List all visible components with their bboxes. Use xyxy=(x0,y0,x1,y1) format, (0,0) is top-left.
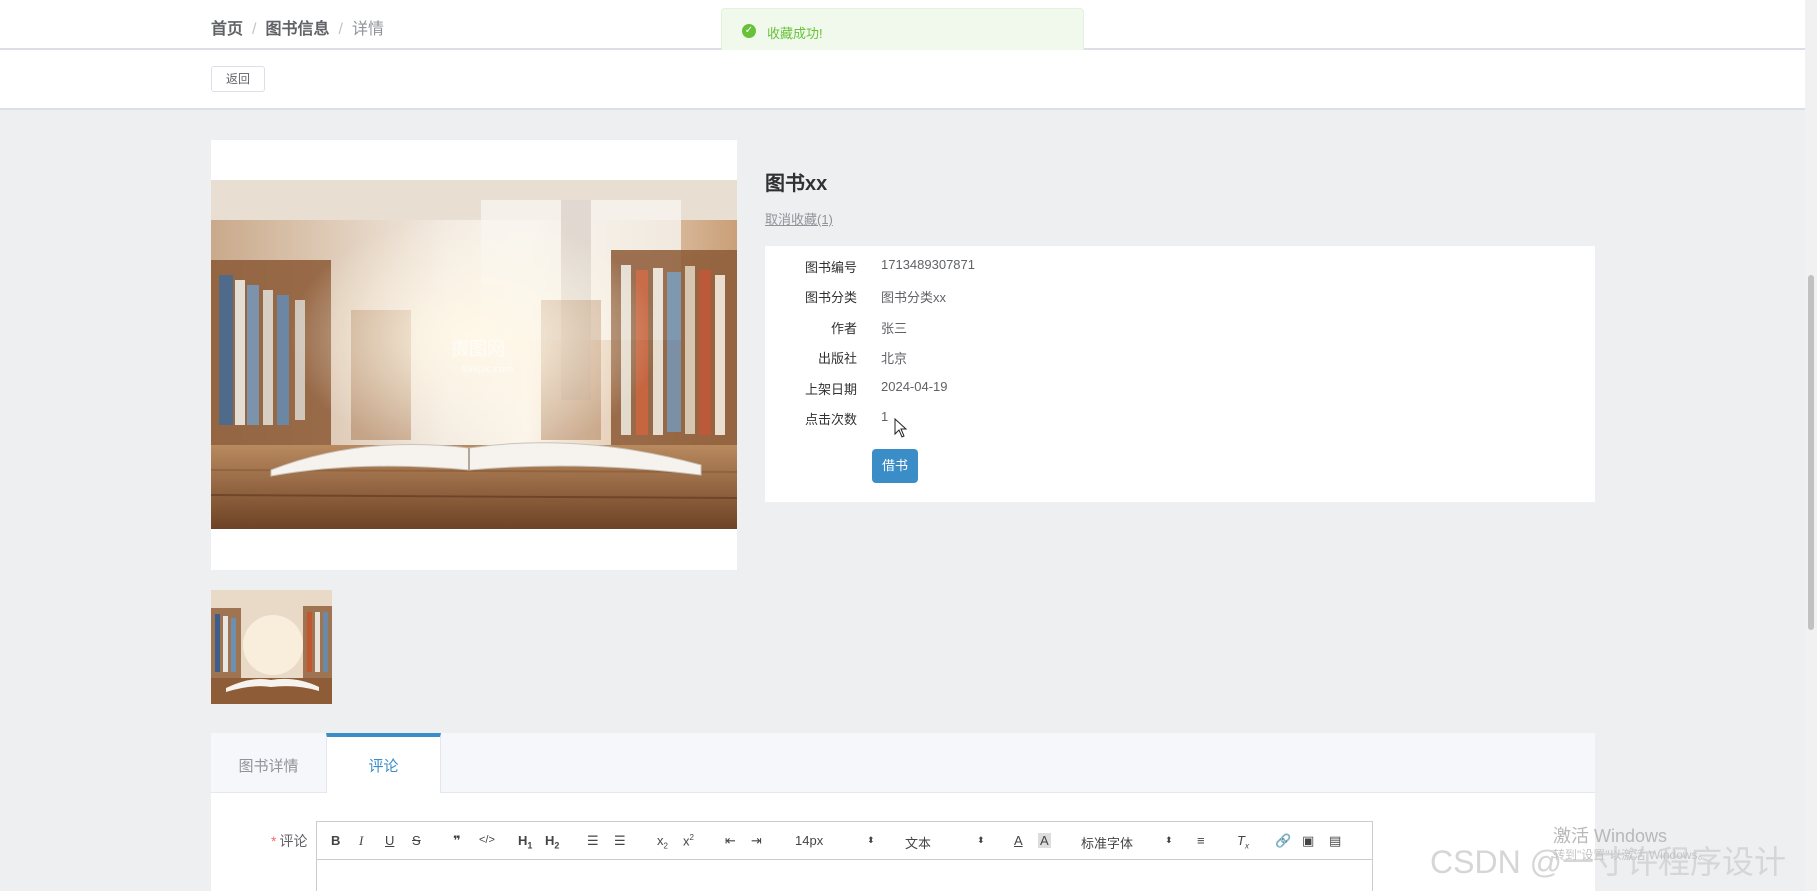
book-info-card: 图书编号 1713489307871 图书分类 图书分类xx 作者 张三 出版社… xyxy=(765,246,1595,502)
select-arrow-icon: ⬍ xyxy=(867,835,875,845)
breadcrumb: 首页 / 图书信息 / 详情 xyxy=(211,15,384,39)
select-arrow-icon: ⬍ xyxy=(977,835,985,845)
ordered-list-icon[interactable]: ☰ xyxy=(587,833,599,849)
link-icon[interactable]: 🔗 xyxy=(1275,833,1291,849)
scrollbar-thumb[interactable] xyxy=(1808,275,1814,630)
info-label: 出版社 xyxy=(817,351,857,366)
italic-icon[interactable]: I xyxy=(359,833,363,849)
breadcrumb-separator: / xyxy=(252,21,257,38)
header-type-select[interactable]: 文本 ⬍ xyxy=(905,833,987,852)
info-value: 1 xyxy=(881,409,889,424)
breadcrumb-home[interactable]: 首页 xyxy=(211,21,243,38)
required-mark: * xyxy=(271,833,277,849)
code-block-icon[interactable]: </> xyxy=(479,834,495,846)
info-value: 北京 xyxy=(881,351,908,366)
font-family-select[interactable]: 标准字体 ⬍ xyxy=(1081,833,1173,852)
heading-2-icon[interactable]: H2 xyxy=(545,833,559,851)
outdent-icon[interactable]: ⇤ xyxy=(725,833,736,849)
windows-activation-subtitle: 转到"设置"以激活 Windows。 xyxy=(1553,848,1710,862)
heading-1-icon[interactable]: H1 xyxy=(518,833,532,851)
borrow-button[interactable]: 借书 xyxy=(872,449,918,483)
image-watermark-domain: 699pic.com xyxy=(461,365,513,375)
breadcrumb-list[interactable]: 图书信息 xyxy=(265,21,329,38)
font-family-value: 标准字体 xyxy=(1081,836,1134,851)
cancel-favorite-link[interactable]: 取消收藏(1) xyxy=(765,209,833,228)
info-row-category: 图书分类 图书分类xx xyxy=(765,287,1595,307)
tab-comments[interactable]: 评论 xyxy=(326,733,441,794)
indent-icon[interactable]: ⇥ xyxy=(751,833,762,849)
font-color-icon[interactable]: A xyxy=(1014,833,1023,848)
check-circle-icon: ✓ xyxy=(742,24,756,38)
editor-toolbar: B I U S ❞ </> H1 H2 ☰ ☰ x2 x2 ⇤ ⇥ 14px ⬍ … xyxy=(317,822,1372,860)
comment-form: * 评论 B I U S ❞ </> H1 H2 ☰ ☰ x2 x2 ⇤ ⇥ 14… xyxy=(211,793,1595,891)
image-icon[interactable]: ▣ xyxy=(1302,833,1314,849)
align-left-icon[interactable]: ≡ xyxy=(1197,833,1205,848)
info-value: 图书分类xx xyxy=(881,290,947,305)
info-value: 张三 xyxy=(881,321,908,336)
info-row-author: 作者 张三 xyxy=(765,318,1595,338)
blockquote-icon[interactable]: ❞ xyxy=(453,833,461,849)
book-main-image: 摄图网 699pic.com xyxy=(211,180,737,529)
font-size-value: 14px xyxy=(795,833,824,848)
vertical-scrollbar[interactable] xyxy=(1805,0,1817,891)
image-watermark-brand: 摄图网 xyxy=(451,339,505,360)
info-value: 1713489307871 xyxy=(881,257,975,272)
mouse-cursor-icon xyxy=(894,418,908,438)
info-label: 作者 xyxy=(830,321,857,336)
underline-icon[interactable]: U xyxy=(385,833,394,848)
success-toast: ✓ 收藏成功! xyxy=(721,8,1084,53)
strikethrough-icon[interactable]: S xyxy=(412,833,421,848)
breadcrumb-current: 详情 xyxy=(351,21,384,38)
detail-tabs: 图书详情 评论 xyxy=(211,733,1595,794)
info-value: 2024-04-19 xyxy=(881,379,948,394)
info-label: 图书编号 xyxy=(804,260,857,275)
font-size-select[interactable]: 14px ⬍ xyxy=(795,833,877,848)
windows-activation-title: 激活 Windows xyxy=(1553,826,1668,846)
comment-label: * 评论 xyxy=(271,831,307,851)
background-color-icon[interactable]: A xyxy=(1038,833,1051,848)
action-bar: 返回 xyxy=(0,50,1817,110)
info-row-id: 图书编号 1713489307871 xyxy=(765,257,1595,277)
select-arrow-icon: ⬍ xyxy=(1165,835,1173,845)
back-button[interactable]: 返回 xyxy=(211,66,265,92)
info-row-publisher: 出版社 北京 xyxy=(765,348,1595,368)
bullet-list-icon[interactable]: ☰ xyxy=(614,833,626,849)
info-row-clicks: 点击次数 1 xyxy=(765,409,1595,429)
info-label: 上架日期 xyxy=(804,382,857,397)
info-label: 点击次数 xyxy=(804,412,857,427)
toast-message: 收藏成功! xyxy=(767,26,823,41)
clear-format-icon[interactable]: Tx xyxy=(1237,833,1249,851)
tab-book-detail[interactable]: 图书详情 xyxy=(211,733,326,793)
breadcrumb-separator: / xyxy=(338,21,343,38)
info-label: 图书分类 xyxy=(804,290,857,305)
video-icon[interactable]: ▤ xyxy=(1329,833,1341,849)
header-type-value: 文本 xyxy=(905,836,932,851)
book-title: 图书xx xyxy=(765,173,828,195)
comment-label-text: 评论 xyxy=(279,833,308,849)
bold-icon[interactable]: B xyxy=(331,833,340,848)
info-row-shelf-date: 上架日期 2024-04-19 xyxy=(765,379,1595,399)
subscript-icon[interactable]: x2 xyxy=(657,833,668,851)
rich-text-editor: B I U S ❞ </> H1 H2 ☰ ☰ x2 x2 ⇤ ⇥ 14px ⬍ … xyxy=(316,821,1373,891)
image-panel: 摄图网 699pic.com xyxy=(211,140,737,570)
superscript-icon[interactable]: x2 xyxy=(683,833,694,848)
book-thumbnail[interactable] xyxy=(211,590,332,704)
